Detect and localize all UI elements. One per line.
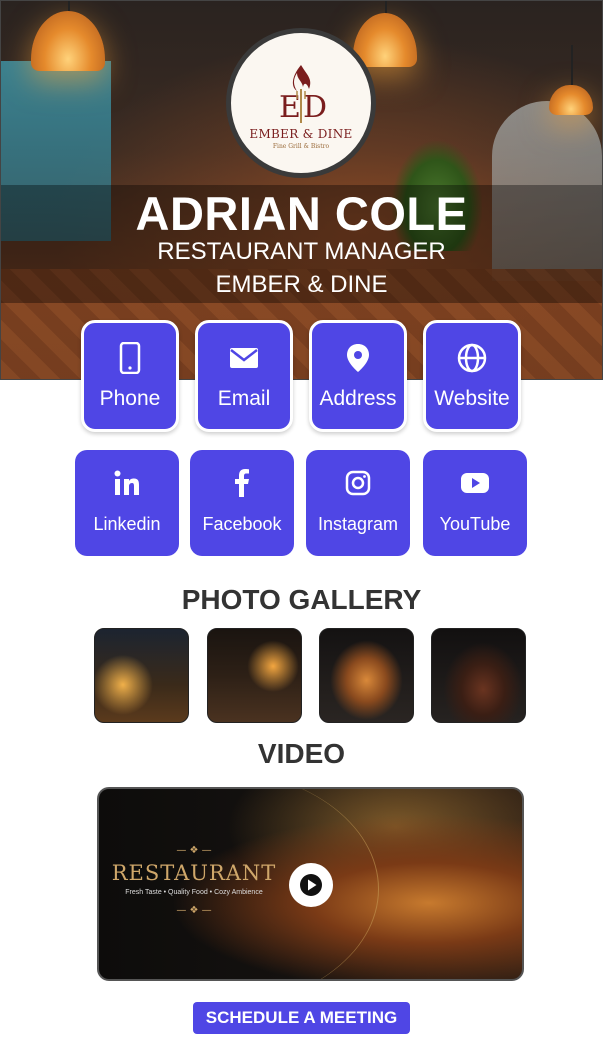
svg-text:D: D xyxy=(303,90,327,125)
address-button[interactable]: Address xyxy=(309,320,407,432)
flame-fork-logo-icon: E D xyxy=(279,64,327,125)
gallery-photo-interior[interactable] xyxy=(207,628,302,723)
instagram-icon xyxy=(345,468,371,498)
youtube-button[interactable]: YouTube xyxy=(423,450,527,556)
facebook-label: Facebook xyxy=(202,514,282,534)
profile-title: RESTAURANT MANAGER xyxy=(157,238,446,265)
logo-brand-text: EMBER & DINE xyxy=(249,126,353,141)
gallery-photo-burger[interactable] xyxy=(319,628,414,723)
globe-icon xyxy=(457,341,487,375)
phone-button[interactable]: Phone xyxy=(81,320,179,432)
email-label: Email xyxy=(217,387,271,410)
logo-tagline: Fine Grill & Bistro xyxy=(272,142,330,150)
video-heading: VIDEO xyxy=(257,738,346,769)
play-icon xyxy=(300,874,322,896)
website-label: Website xyxy=(434,387,510,410)
email-icon xyxy=(229,341,259,375)
linkedin-label: Linkedin xyxy=(93,514,161,534)
video-thumb-subtitle: Fresh Taste • Quality Food • Cozy Ambien… xyxy=(125,889,263,896)
facebook-icon xyxy=(234,468,250,498)
location-pin-icon xyxy=(346,341,370,375)
video-ornament-top: — ❖ — xyxy=(176,845,212,856)
video-player[interactable]: — ❖ — RESTAURANT Fresh Taste • Quality F… xyxy=(97,787,524,981)
instagram-label: Instagram xyxy=(317,514,399,534)
phone-label: Phone xyxy=(99,387,161,410)
gallery-heading: PHOTO GALLERY xyxy=(181,584,422,615)
website-button[interactable]: Website xyxy=(423,320,521,432)
video-thumb-title: RESTAURANT xyxy=(111,861,277,885)
phone-icon xyxy=(119,341,141,375)
youtube-icon xyxy=(461,468,489,498)
instagram-button[interactable]: Instagram xyxy=(306,450,410,556)
youtube-label: YouTube xyxy=(439,514,511,534)
pendant-lamp xyxy=(353,1,417,67)
schedule-meeting-button[interactable]: SCHEDULE A MEETING xyxy=(193,1002,410,1034)
profile-name: ADRIAN COLE xyxy=(135,187,468,240)
gallery-photo-exterior[interactable] xyxy=(94,628,189,723)
facebook-button[interactable]: Facebook xyxy=(190,450,294,556)
email-button[interactable]: Email xyxy=(195,320,293,432)
linkedin-button[interactable]: Linkedin xyxy=(75,450,179,556)
company-logo: E D EMBER & DINE Fine Grill & Bistro xyxy=(226,28,376,178)
video-ornament-bottom: — ❖ — xyxy=(176,905,212,916)
play-button[interactable] xyxy=(289,863,333,907)
linkedin-icon xyxy=(114,468,140,498)
pendant-lamp xyxy=(549,45,593,115)
profile-company: EMBER & DINE xyxy=(215,271,388,298)
address-label: Address xyxy=(319,387,397,410)
gallery-photo-steak[interactable] xyxy=(431,628,526,723)
pendant-lamp xyxy=(31,1,105,71)
